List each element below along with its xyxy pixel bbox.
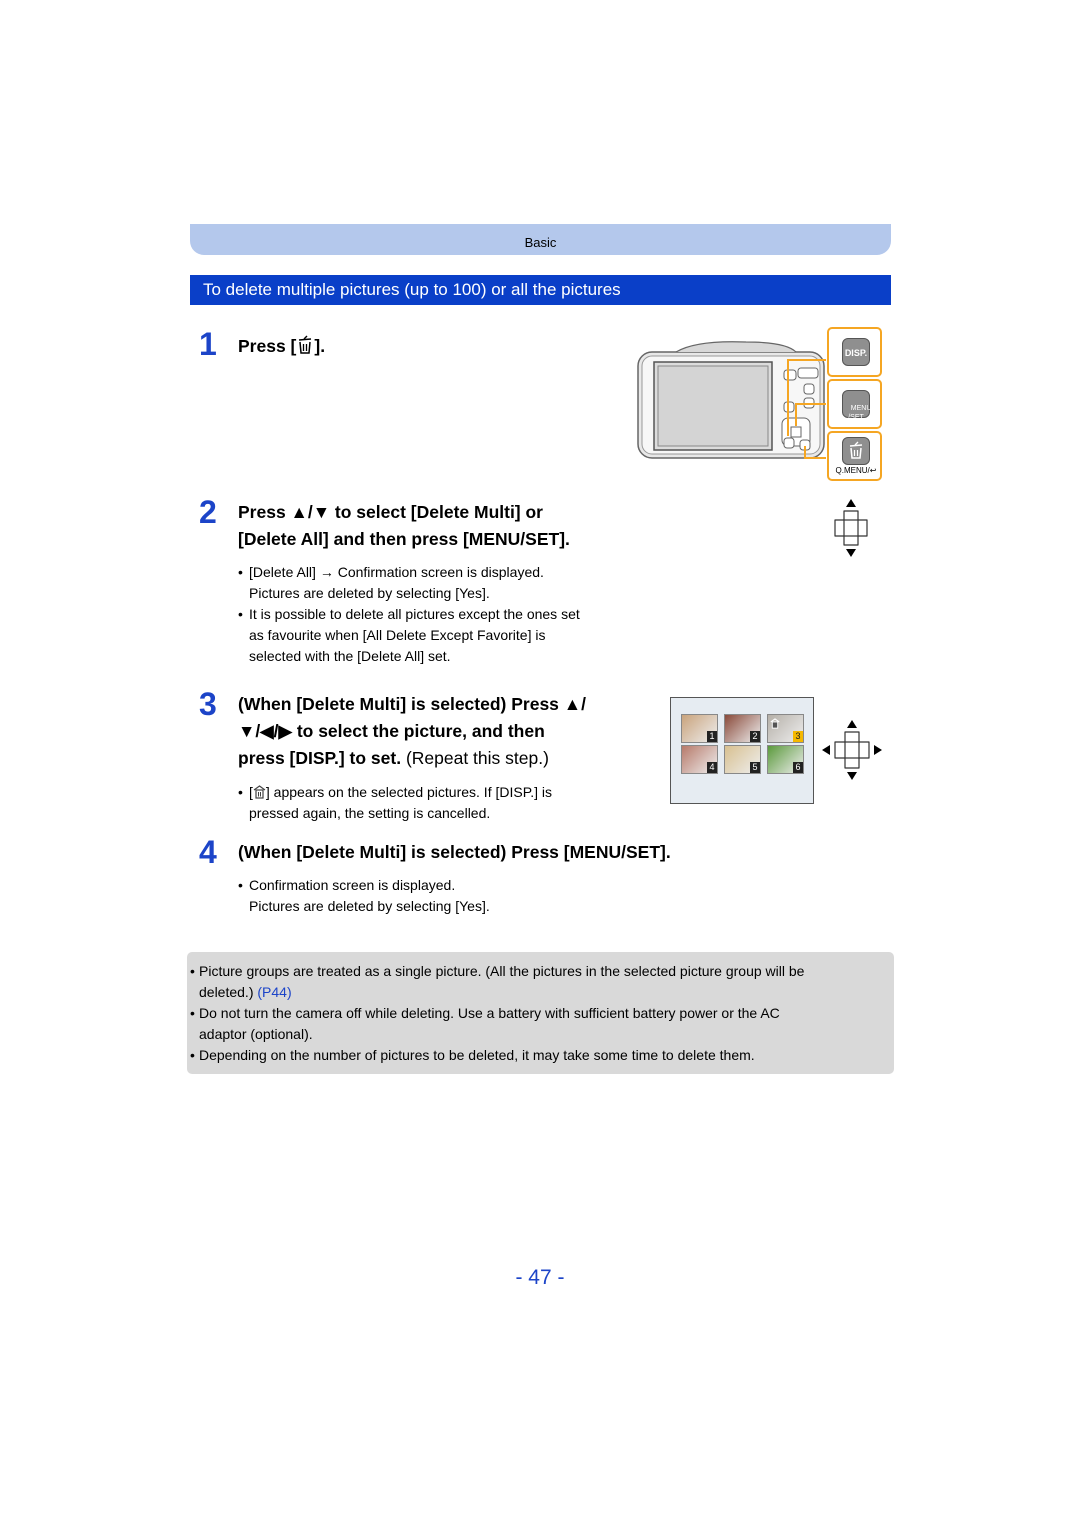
- bullet-line: pressed again, the setting is cancelled.: [249, 805, 491, 821]
- menu-set-button-label: MENU /SET: [848, 405, 872, 421]
- note-item: Do not turn the camera off while deletin…: [190, 1003, 886, 1045]
- step-3-bullet: [] appears on the selected pictures. If …: [238, 782, 638, 824]
- camera-body-icon: [637, 341, 826, 459]
- note-text: Depending on the number of pictures to b…: [199, 1047, 755, 1063]
- disp-button-callout: DISP.: [827, 327, 882, 377]
- thumbnail-number: 3: [793, 731, 803, 742]
- page-number: - 47 -: [515, 1266, 565, 1289]
- bullet-line: as favourite when [All Delete Except Fav…: [249, 627, 546, 643]
- page-link-p44[interactable]: (P44): [257, 984, 291, 1000]
- step-2-bullets: [Delete All] → Confirmation screen is di…: [238, 562, 638, 667]
- bullet-line: It is possible to delete all pictures ex…: [249, 606, 580, 622]
- menu-set-button[interactable]: MENU /SET: [842, 390, 872, 421]
- delete-mark-icon: [253, 784, 266, 800]
- step-number-1: 1: [199, 326, 217, 362]
- disp-button[interactable]: DISP.: [842, 338, 870, 366]
- section-heading-text: To delete multiple pictures (up to 100) …: [203, 280, 621, 299]
- thumbnail[interactable]: 5: [724, 745, 761, 774]
- trash-icon: [296, 335, 314, 356]
- thumbnail-number: 1: [707, 731, 717, 742]
- disp-button-label: DISP.: [844, 348, 868, 358]
- section-tab: Basic: [190, 224, 891, 255]
- thumbnail-number: 2: [750, 731, 760, 742]
- step-3-title-line1: (When [Delete Multi] is selected) Press …: [238, 694, 586, 714]
- step-2-title-line1: Press ▲/▼ to select [Delete Multi] or: [238, 502, 543, 522]
- note-text: deleted.) (P44): [199, 982, 886, 1003]
- bullet-line: [Delete All] → Confirmation screen is di…: [249, 564, 544, 580]
- thumbnail[interactable]: 6: [767, 745, 804, 774]
- delete-button[interactable]: [842, 437, 870, 465]
- bullet-line: Pictures are deleted by selecting [Yes].: [249, 585, 490, 601]
- step-3-title: (When [Delete Multi] is selected) Press …: [238, 691, 586, 772]
- step-4-bullet: Confirmation screen is displayed. Pictur…: [238, 875, 638, 917]
- section-label: Basic: [524, 235, 557, 250]
- step-3-title-line3: press [DISP.] to set. (Repeat this step.…: [238, 745, 586, 772]
- note-item: Picture groups are treated as a single p…: [190, 961, 886, 1003]
- bullet-line: Pictures are deleted by selecting [Yes].: [249, 898, 490, 914]
- step-4-bullets: Confirmation screen is displayed. Pictur…: [238, 875, 638, 917]
- bullet-line: selected with the [Delete All] set.: [249, 648, 451, 664]
- camera-illustration: [636, 340, 826, 462]
- thumbnail[interactable]: 2: [724, 714, 761, 743]
- playback-screen: 1 2 3 4 5 6: [670, 697, 814, 804]
- note-text: Do not turn the camera off while deletin…: [199, 1005, 780, 1021]
- q-menu-caption: Q.MENU/↩: [835, 466, 877, 475]
- step-1-title-pre: Press [: [238, 336, 297, 356]
- step-3-title-normal: (Repeat this step.): [401, 748, 549, 768]
- thumbnail[interactable]: 4: [681, 745, 718, 774]
- step-3-bullets: [] appears on the selected pictures. If …: [238, 782, 638, 824]
- step-1-title-post: ].: [314, 336, 326, 356]
- note-text: adaptor (optional).: [199, 1026, 313, 1042]
- bullet-text: ] appears on the selected pictures. If […: [265, 784, 553, 800]
- step-2-title-line2: [Delete All] and then press [MENU/SET].: [238, 529, 570, 549]
- delete-mark-icon: [770, 716, 780, 734]
- note-text: Picture groups are treated as a single p…: [199, 963, 805, 979]
- thumbnail-number: 6: [793, 762, 803, 773]
- menu-set-button-callout: MENU /SET: [827, 379, 882, 429]
- notes-box: Picture groups are treated as a single p…: [187, 952, 894, 1074]
- note-item: Depending on the number of pictures to b…: [190, 1045, 886, 1066]
- trash-icon: [849, 441, 863, 459]
- step-4-title: (When [Delete Multi] is selected) Press …: [238, 842, 671, 862]
- step-2-bullet: [Delete All] → Confirmation screen is di…: [238, 562, 638, 604]
- step-2-bullet: It is possible to delete all pictures ex…: [238, 604, 638, 667]
- dpad-four-way-icon: [820, 718, 884, 782]
- step-2-title: Press ▲/▼ to select [Delete Multi] or [D…: [238, 499, 570, 553]
- thumbnail[interactable]: 3: [767, 714, 804, 743]
- step-3-title-bold: press [DISP.] to set.: [238, 748, 402, 768]
- bullet-line: Confirmation screen is displayed.: [249, 877, 456, 893]
- section-heading: To delete multiple pictures (up to 100) …: [190, 275, 891, 305]
- step-number-3: 3: [199, 686, 217, 722]
- step-1-title: Press [].: [238, 333, 325, 360]
- note-text-cont: deleted.): [199, 984, 258, 1000]
- delete-button-callout: Q.MENU/↩: [827, 431, 882, 481]
- step-3-title-line2: ▼/◀/▶ to select the picture, and then: [238, 721, 545, 741]
- thumbnail[interactable]: 1: [681, 714, 718, 743]
- thumbnail-number: 5: [750, 762, 760, 773]
- thumbnail-number: 4: [707, 762, 717, 773]
- dpad-up-down-icon: [829, 498, 873, 558]
- step-number-2: 2: [199, 494, 217, 530]
- bullet-line: [] appears on the selected pictures. If …: [249, 782, 638, 803]
- step-number-4: 4: [199, 834, 217, 870]
